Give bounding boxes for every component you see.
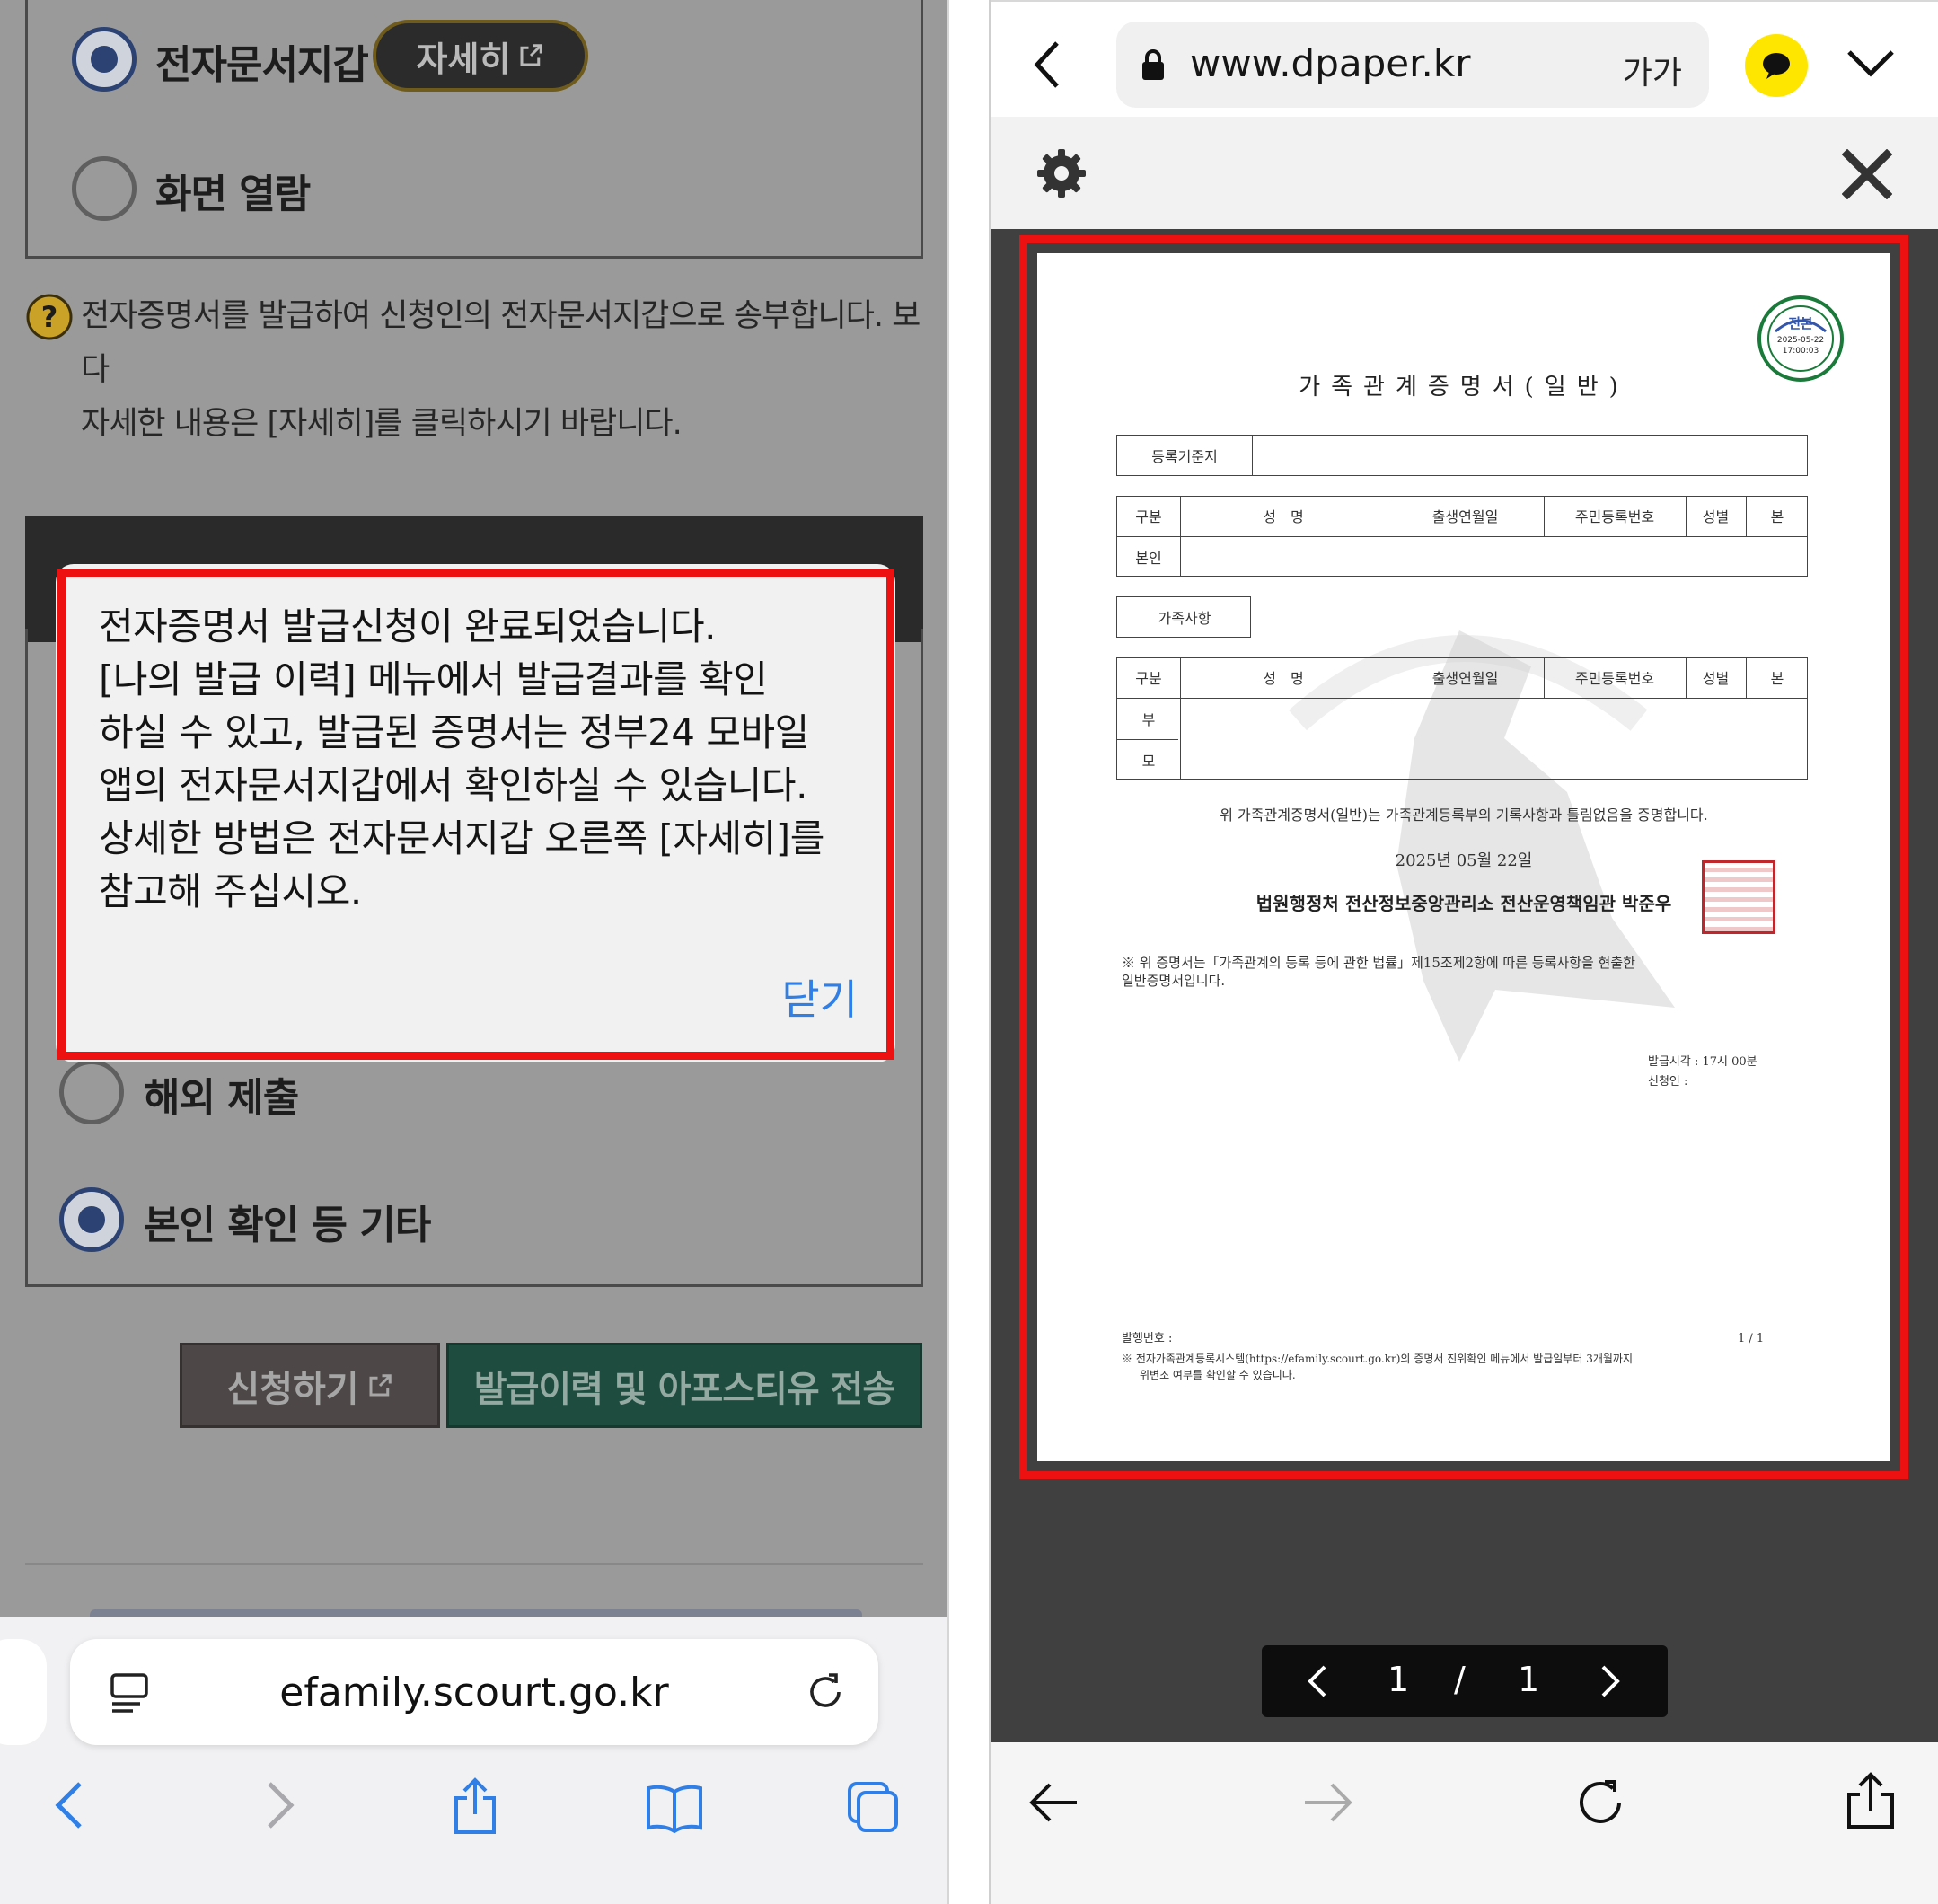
svg-text:?: ? (41, 300, 58, 334)
bookmarks-icon[interactable] (645, 1783, 704, 1833)
back-icon[interactable] (1030, 38, 1066, 92)
tabs-icon[interactable] (846, 1780, 902, 1834)
total-pages: 1 (1518, 1660, 1540, 1699)
back-icon[interactable] (1026, 1780, 1080, 1825)
option-label-overseas: 해외 제출 (144, 1075, 299, 1121)
help-icon: ? (25, 293, 74, 341)
apply-button-label: 신청하기 (226, 1368, 359, 1410)
page-navigator: 1 / 1 (1262, 1645, 1668, 1717)
share-icon[interactable] (1844, 1771, 1898, 1830)
left-screen: 전자문서지갑 자세히 화면 열람 ? 전자증명서를 발급하여 신청인의 전자문서… (0, 0, 949, 1904)
reload-icon[interactable] (1572, 1775, 1628, 1830)
browser-bottom-bar (991, 1742, 1938, 1904)
prev-page-icon[interactable] (1307, 1663, 1328, 1699)
browser-top-bar: www.dpaper.kr 가가 (991, 0, 1938, 117)
radio-identity-etc[interactable] (59, 1187, 124, 1252)
divider (25, 1563, 923, 1565)
option-label-identity-etc: 본인 확인 등 기타 (144, 1203, 431, 1248)
address-url: efamily.scourt.go.kr (279, 1670, 669, 1715)
apply-button[interactable]: 신청하기 (180, 1343, 440, 1428)
kakao-chat-icon[interactable] (1745, 34, 1808, 97)
chevron-down-icon[interactable] (1844, 45, 1898, 81)
address-url: www.dpaper.kr (1190, 41, 1471, 85)
help-text-line-1: 전자증명서를 발급하여 신청인의 전자문서지갑으로 송부합니다. 보다 (81, 298, 921, 388)
lock-icon (1140, 47, 1167, 83)
history-apostille-button[interactable]: 발급이력 및 아포스티유 전송 (446, 1343, 922, 1428)
close-icon[interactable] (1842, 149, 1892, 199)
reload-icon[interactable] (803, 1670, 848, 1714)
radio-overseas[interactable] (59, 1060, 124, 1124)
help-text-line-2: 자세한 내용은 [자세히]를 클릭하시기 바랍니다. (81, 406, 683, 442)
option-label-screen-view: 화면 열람 (155, 172, 311, 217)
gear-icon[interactable] (1035, 147, 1088, 199)
detail-button[interactable]: 자세히 (373, 20, 588, 92)
highlight-box (1019, 235, 1908, 1479)
highlight-box (57, 569, 894, 1060)
share-icon[interactable] (449, 1776, 501, 1836)
previous-tab-peek (0, 1639, 47, 1745)
detail-button-label: 자세히 (416, 39, 511, 79)
font-size-button[interactable]: 가가 (1623, 47, 1682, 93)
option-label-e-wallet: 전자문서지갑 (155, 42, 369, 88)
page-separator: / (1454, 1660, 1466, 1699)
current-page: 1 (1387, 1660, 1410, 1699)
external-link-icon (517, 42, 544, 69)
radio-screen-view[interactable] (72, 156, 137, 221)
next-page-icon[interactable] (1599, 1663, 1621, 1699)
address-bar[interactable]: www.dpaper.kr 가가 (1116, 22, 1709, 108)
radio-e-wallet[interactable] (72, 27, 137, 92)
forward-icon[interactable] (259, 1778, 300, 1832)
address-bar[interactable]: efamily.scourt.go.kr (70, 1639, 878, 1745)
external-link-icon (366, 1372, 393, 1399)
right-screen: www.dpaper.kr 가가 진본 2025-05-22 17:00:03 … (989, 0, 1938, 1904)
forward-icon[interactable] (1301, 1780, 1355, 1825)
back-icon[interactable] (49, 1778, 91, 1832)
help-text: 전자증명서를 발급하여 신청인의 전자문서지갑으로 송부합니다. 보다 자세한 … (81, 289, 925, 451)
viewer-toolbar (991, 117, 1938, 229)
